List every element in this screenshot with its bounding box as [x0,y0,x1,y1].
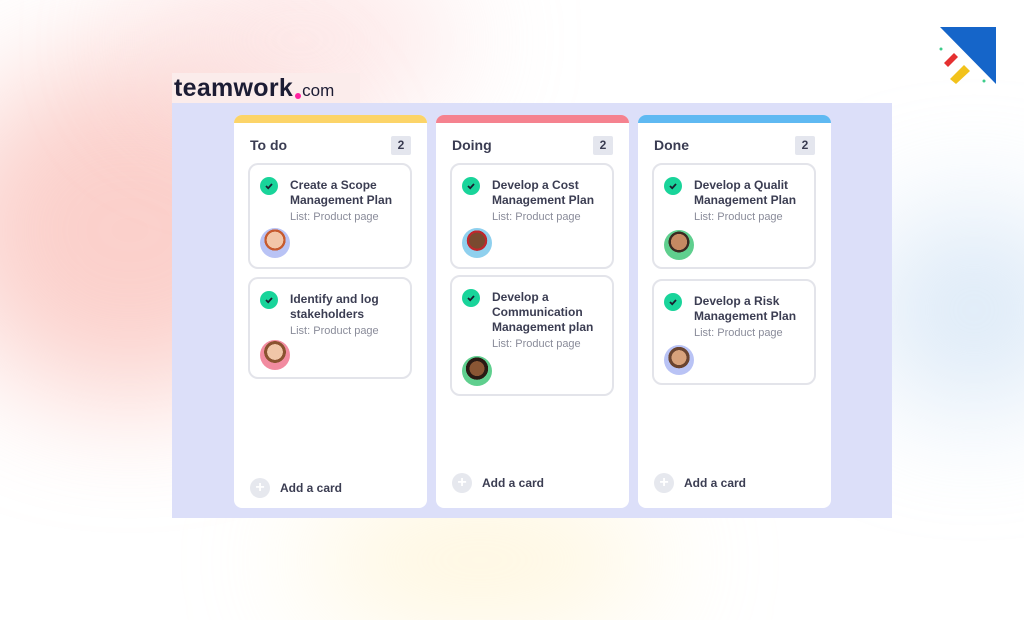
check-icon[interactable] [260,291,278,309]
logo-wordmark: teamwork [174,73,294,102]
kanban-board: To do 2 Create a Scope Management Plan L… [172,103,892,518]
plus-icon: + [452,473,472,493]
column-doing: Doing 2 Develop a Cost Management Plan L… [436,115,629,508]
card-list-label: List: Product page [694,327,783,339]
check-icon[interactable] [664,293,682,311]
add-card-button[interactable]: + Add a card [250,478,342,498]
background-blob [300,500,660,620]
task-card[interactable]: Develop a Communication Management plan … [450,275,614,396]
column-title: To do [250,137,288,153]
check-icon[interactable] [260,177,278,195]
card-title: Develop a Communication Management plan [492,290,594,334]
add-card-button[interactable]: + Add a card [654,473,746,493]
card-title: Develop a Risk Management Plan [694,294,797,323]
teamwork-logo: teamwork com [172,73,360,103]
card-count-badge: 2 [391,135,411,155]
add-card-button[interactable]: + Add a card [452,473,544,493]
task-card[interactable]: Develop a Cost Management Plan List: Pro… [450,163,614,269]
woman-red-hair-avatar[interactable] [260,228,290,258]
column-color-bar [436,115,629,123]
woman-brown-hair-avatar[interactable] [260,340,290,370]
check-icon[interactable] [664,177,682,195]
card-list-label: List: Product page [694,211,783,223]
card-title: Create a Scope Management Plan [290,178,393,207]
card-title: Develop a Qualit Management Plan [694,178,797,207]
column-title: Done [654,137,689,153]
column-title: Doing [452,137,492,153]
plus-icon: + [654,473,674,493]
card-count-badge: 2 [795,135,815,155]
add-card-label: Add a card [280,481,343,495]
brand-logo-icon [939,27,996,84]
card-count-badge: 2 [593,135,613,155]
add-card-label: Add a card [684,476,747,490]
card-list-label: List: Product page [492,338,581,350]
card-list-label: List: Product page [492,211,581,223]
card-list-label: List: Product page [290,211,379,223]
column-todo: To do 2 Create a Scope Management Plan L… [234,115,427,508]
man-stubble-avatar[interactable] [664,345,694,375]
check-icon[interactable] [462,289,480,307]
plus-icon: + [250,478,270,498]
man-beard-avatar[interactable] [664,230,694,260]
man-smiling-avatar[interactable] [462,228,492,258]
logo-suffix: com [302,81,335,100]
column-done: Done 2 Develop a Qualit Management Plan … [638,115,831,508]
task-card[interactable]: Develop a Risk Management Plan List: Pro… [652,279,816,385]
woman-curly-hair-avatar[interactable] [462,356,492,386]
task-card[interactable]: Develop a Qualit Management Plan List: P… [652,163,816,269]
card-list-label: List: Product page [290,325,379,337]
logo-dot [295,93,302,99]
add-card-label: Add a card [482,476,545,490]
card-title: Identify and log stakeholders [290,292,379,321]
column-color-bar [638,115,831,123]
task-card[interactable]: Identify and log stakeholders List: Prod… [248,277,412,379]
task-card[interactable]: Create a Scope Management Plan List: Pro… [248,163,412,269]
column-color-bar [234,115,427,123]
card-title: Develop a Cost Management Plan [492,178,595,207]
check-icon[interactable] [462,177,480,195]
